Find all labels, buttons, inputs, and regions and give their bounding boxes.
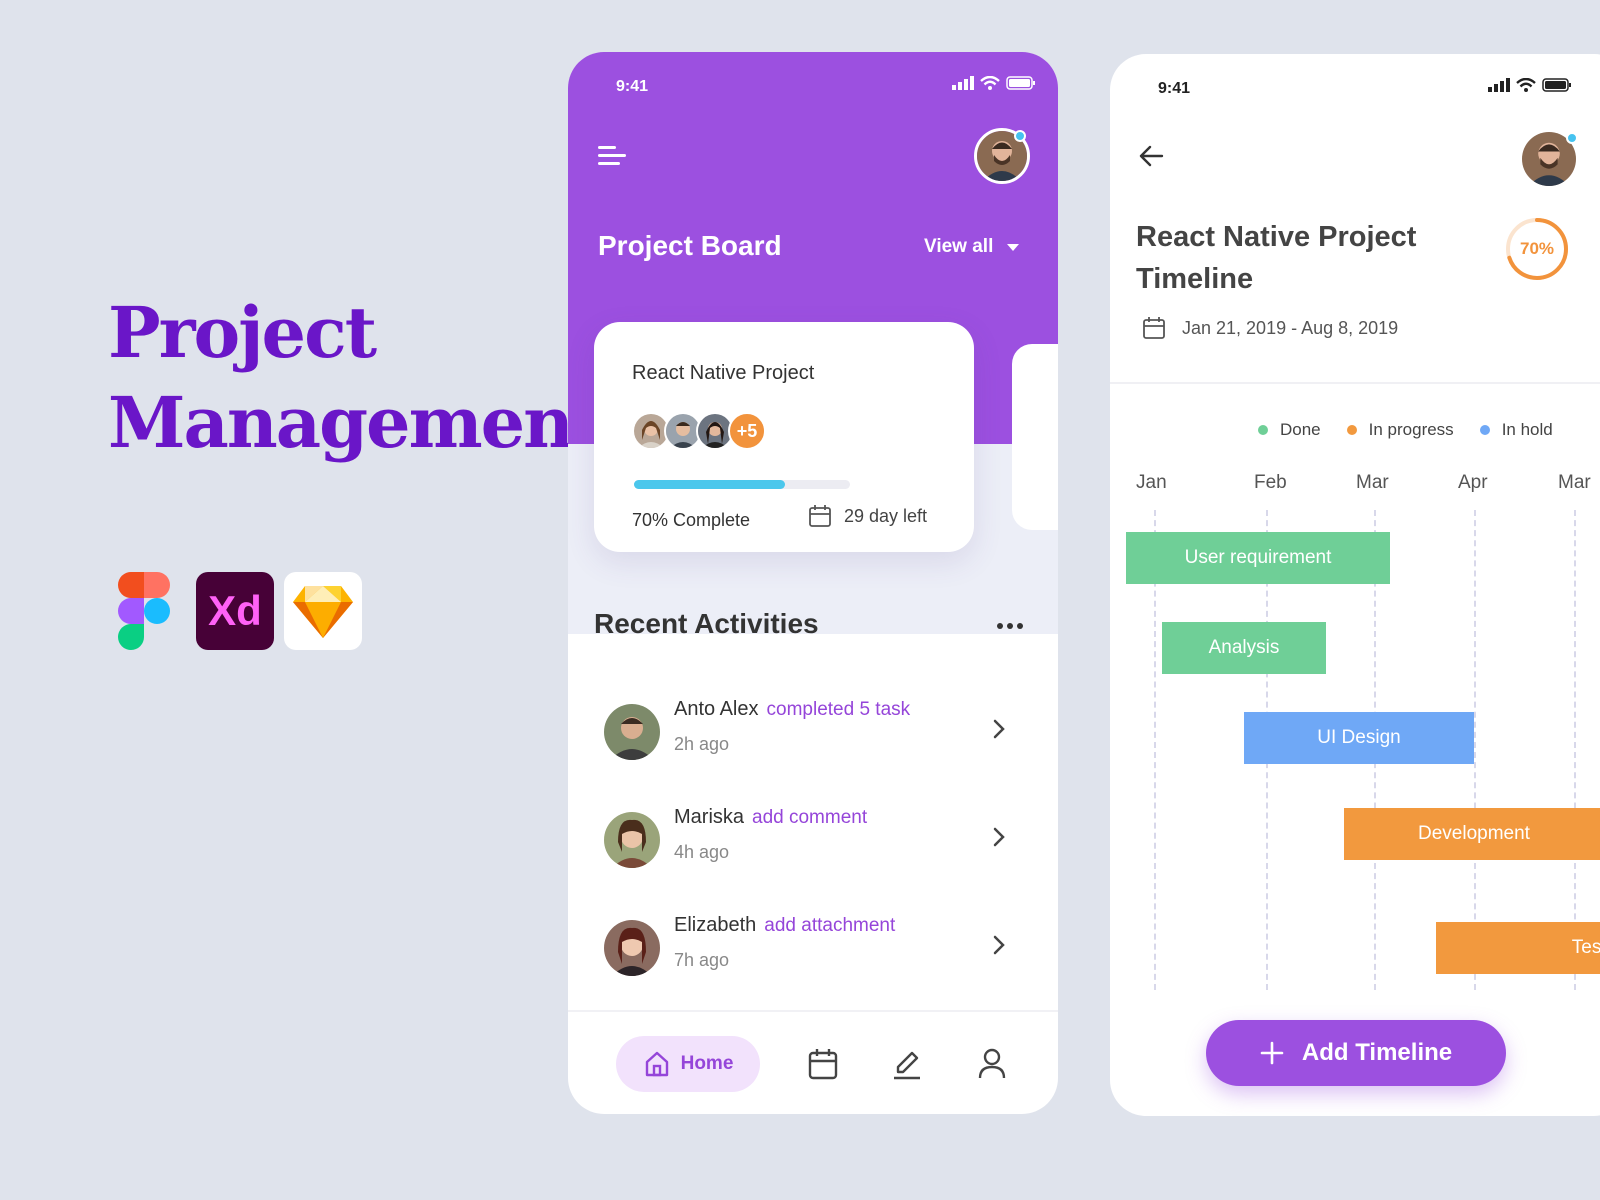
legend: Done In progress In hold [1258,420,1553,440]
chevron-right-icon[interactable] [992,826,1006,848]
view-all-label: View all [924,236,994,257]
calendar-icon [809,505,831,527]
nav-home-tab[interactable]: Home [616,1036,760,1092]
activity-user: Elizabeth [674,914,757,936]
menu-icon[interactable] [598,144,628,168]
activity-user: Anto Alex [674,698,759,720]
wifi-icon [980,76,1000,90]
signal-icon [952,76,974,90]
member-avatars: +5 [632,412,766,450]
activity-action[interactable]: add comment [752,807,867,828]
activity-action[interactable]: completed 5 task [767,699,911,720]
page-title: React Native Project Timeline [1136,221,1417,295]
avatar [604,920,660,976]
bottom-nav: Home [568,1010,1058,1114]
activity-action[interactable]: add attachment [764,915,895,936]
activity-time: 2h ago [674,734,730,754]
signal-icon [1488,78,1510,92]
chevron-down-icon [1007,243,1020,251]
legend-in-progress: In progress [1346,420,1454,440]
chevron-right-icon[interactable] [992,934,1006,956]
adobe-xd-logo-icon: Xd [196,572,274,650]
task-bar-analysis[interactable]: Analysis [1162,622,1326,674]
activity-item[interactable]: Mariska add comment 4h ago [604,800,1024,890]
days-left: 29 day left [808,504,927,528]
divider [1110,382,1600,384]
progress-bar [634,480,850,489]
profile-nav-icon[interactable] [978,1048,1006,1080]
online-status-dot [1566,132,1578,144]
status-bar: 9:41 [568,74,1058,100]
month-label: Mar [1558,472,1591,493]
legend-label: Done [1280,420,1321,439]
month-label: Jan [1136,472,1167,493]
timeline-screen: 9:41 React Native Project Timeline 70% J… [1110,54,1600,1116]
calendar-nav-icon[interactable] [808,1048,838,1080]
month-axis: Jan Feb Mar Apr Mar [1110,472,1600,496]
online-status-dot [1014,130,1026,142]
legend-dot [1346,425,1357,435]
add-timeline-button[interactable]: Add Timeline [1206,1020,1506,1086]
activity-time: 4h ago [674,842,730,862]
legend-label: In hold [1501,420,1553,439]
add-timeline-label: Add Timeline [1301,1039,1453,1066]
status-time: 9:41 [616,78,649,95]
month-label: Mar [1356,472,1389,493]
wifi-icon [1516,78,1536,92]
status-time: 9:41 [1158,80,1191,97]
hero-title-line1: Project [108,291,377,374]
hero-title: Project Management [108,288,604,468]
legend-in-hold: In hold [1479,420,1553,440]
recent-activities-title: Recent Activities [594,608,819,639]
legend-label: In progress [1368,420,1454,439]
progress-percent: 70% [1519,239,1555,258]
month-gridline [1474,510,1476,990]
activity-item[interactable]: Anto Alex completed 5 task 2h ago [604,692,1024,782]
legend-dot [1479,425,1490,435]
month-gridline [1574,510,1576,990]
month-label: Apr [1458,472,1488,493]
task-bar-user-requirement[interactable]: User requirement [1126,532,1390,584]
project-name: React Native Project [632,362,815,384]
activity-item[interactable]: Elizabeth add attachment 7h ago [604,908,1024,998]
hero-title-line2: Management [108,381,604,464]
completion-text: 70% Complete [632,510,751,530]
month-label: Feb [1254,472,1287,493]
days-left-text: 29 day left [844,505,928,526]
more-members-badge[interactable]: +5 [728,412,766,450]
next-project-card[interactable] [1012,344,1058,530]
nav-home-label: Home [680,1053,734,1074]
date-range-text: Jan 21, 2019 - Aug 8, 2019 [1182,317,1399,338]
legend-done: Done [1258,420,1321,440]
date-range: Jan 21, 2019 - Aug 8, 2019 [1142,316,1398,340]
battery-icon [1542,78,1571,92]
task-bar-ui-design[interactable]: UI Design [1244,712,1474,764]
legend-dot [1258,425,1268,435]
battery-icon [1006,76,1035,90]
status-bar: 9:41 [1110,76,1600,102]
project-card[interactable]: React Native Project +5 70% Complete 29 … [594,322,974,552]
home-icon [645,1051,668,1077]
page-title: Project Board [598,230,782,261]
more-options-icon[interactable] [996,622,1024,630]
activity-user: Mariska [674,806,745,828]
sketch-logo-icon [284,572,362,650]
activity-time: 7h ago [674,950,730,970]
task-bar-development[interactable]: Development [1344,808,1600,860]
calendar-icon [1143,317,1165,339]
progress-bar-fill [634,480,786,489]
task-bar-testing[interactable]: Testing [1436,922,1600,974]
edit-nav-icon[interactable] [892,1048,922,1080]
plus-icon [1260,1041,1284,1065]
figma-logo-icon [112,572,176,650]
project-board-screen: 9:41 Project Board View all React Native… [568,52,1058,1114]
avatar [604,704,660,760]
avatar [604,812,660,868]
back-arrow-icon[interactable] [1138,144,1164,168]
chevron-right-icon[interactable] [992,718,1006,740]
view-all-dropdown[interactable]: View all [924,236,1020,258]
